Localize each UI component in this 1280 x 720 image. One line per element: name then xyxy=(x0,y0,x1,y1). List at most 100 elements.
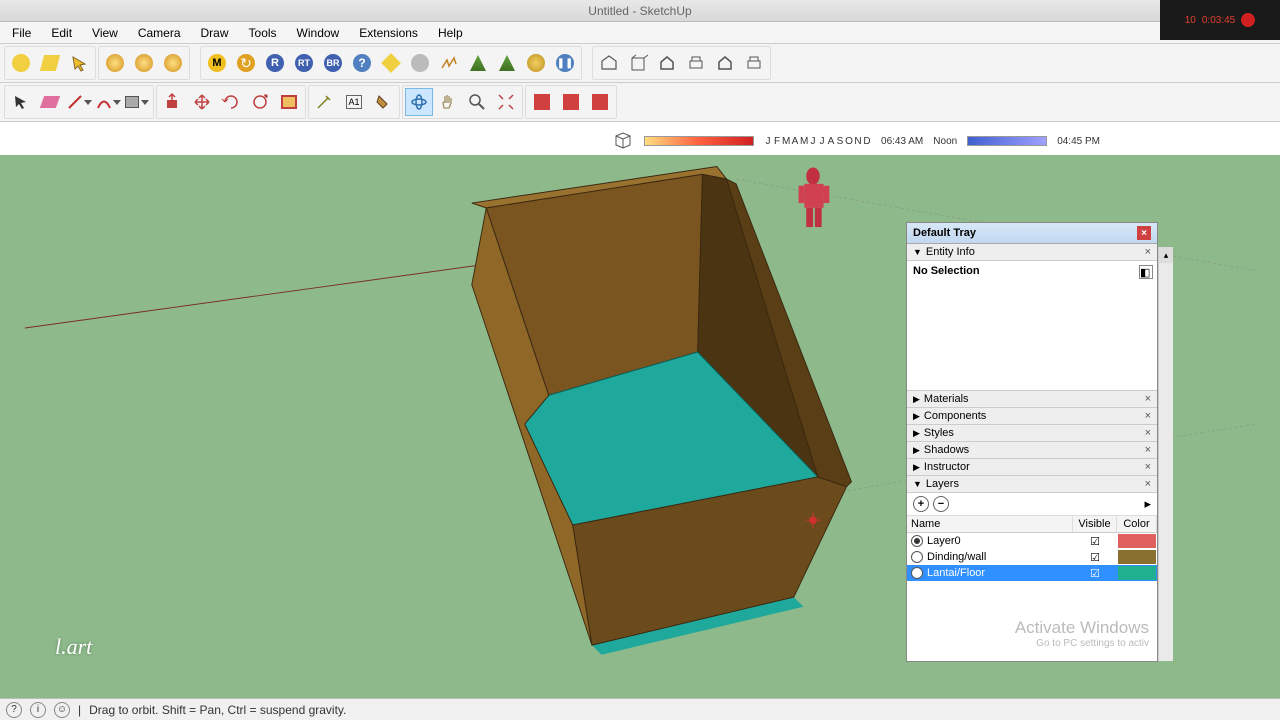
tb-y1-icon[interactable] xyxy=(101,49,129,77)
offset-tool-icon[interactable] xyxy=(275,88,303,116)
orbit-tool-icon[interactable] xyxy=(405,88,433,116)
line-tool-icon[interactable] xyxy=(65,88,93,116)
tb-y2-icon[interactable] xyxy=(130,49,158,77)
arc-tool-icon[interactable] xyxy=(94,88,122,116)
layer-visible-checkbox[interactable]: ☑ xyxy=(1073,551,1117,564)
panel-shadows-head[interactable]: ▶Shadows× xyxy=(907,442,1157,459)
date-gradient[interactable] xyxy=(644,136,754,146)
rect-tool-icon[interactable] xyxy=(123,88,151,116)
time-gradient[interactable] xyxy=(967,136,1047,146)
house2-icon[interactable] xyxy=(653,49,681,77)
warehouse3-icon[interactable] xyxy=(586,88,614,116)
panel-close-icon[interactable]: × xyxy=(1145,410,1151,422)
rotate-tool-icon[interactable] xyxy=(217,88,245,116)
zoom-tool-icon[interactable] xyxy=(463,88,491,116)
scale-tool-icon[interactable] xyxy=(246,88,274,116)
layer-active-radio[interactable] xyxy=(911,567,923,579)
status-user-icon[interactable]: ☺ xyxy=(54,702,70,718)
badge-tree2-icon[interactable] xyxy=(493,49,521,77)
menu-help[interactable]: Help xyxy=(428,24,473,42)
badge-lines-icon[interactable] xyxy=(435,49,463,77)
paint-tool-icon[interactable] xyxy=(369,88,397,116)
badge-tag-icon[interactable] xyxy=(377,49,405,77)
warehouse1-icon[interactable] xyxy=(528,88,556,116)
layer-active-radio[interactable] xyxy=(911,535,923,547)
badge-gray-icon[interactable] xyxy=(406,49,434,77)
badge-q-icon[interactable]: ? xyxy=(348,49,376,77)
zoom-extents-icon[interactable] xyxy=(492,88,520,116)
menu-file[interactable]: File xyxy=(2,24,41,42)
panel-instructor-head[interactable]: ▶Instructor× xyxy=(907,459,1157,476)
menu-extensions[interactable]: Extensions xyxy=(349,24,428,42)
panel-close-icon[interactable]: × xyxy=(1145,246,1151,258)
badge-r-icon[interactable]: R xyxy=(261,49,289,77)
badge-arrow-icon[interactable]: ↻ xyxy=(232,49,260,77)
status-info-icon[interactable]: i xyxy=(30,702,46,718)
layer-color-swatch[interactable] xyxy=(1118,550,1156,564)
tape-tool-icon[interactable] xyxy=(311,88,339,116)
house3-icon[interactable] xyxy=(711,49,739,77)
col-visible[interactable]: Visible xyxy=(1073,516,1117,532)
box-icon[interactable] xyxy=(624,49,652,77)
tb-new-icon[interactable] xyxy=(7,49,35,77)
tb-open-icon[interactable] xyxy=(36,49,64,77)
layer-delete-icon[interactable]: − xyxy=(933,496,949,512)
layer-name[interactable]: Layer0 xyxy=(927,533,1073,549)
layer-active-radio[interactable] xyxy=(911,551,923,563)
badge-globe-icon[interactable] xyxy=(522,49,550,77)
layer-row-wall[interactable]: Dinding/wall ☑ xyxy=(907,549,1157,565)
tray-scrollbar[interactable]: ▴ xyxy=(1158,247,1173,661)
col-color[interactable]: Color xyxy=(1117,516,1157,532)
layer-name[interactable]: Lantai/Floor xyxy=(927,565,1073,581)
time-noon: Noon xyxy=(933,136,957,147)
pushpull-tool-icon[interactable] xyxy=(159,88,187,116)
tray-close-icon[interactable]: × xyxy=(1137,226,1151,240)
eraser-tool-icon[interactable] xyxy=(36,88,64,116)
panel-entity-info-head[interactable]: ▼Entity Info × xyxy=(907,244,1157,261)
badge-m-icon[interactable]: M xyxy=(203,49,231,77)
scroll-up-icon[interactable]: ▴ xyxy=(1159,247,1173,263)
text-tool-icon[interactable]: A1 xyxy=(340,88,368,116)
col-name[interactable]: Name xyxy=(907,516,1073,532)
status-help-icon[interactable]: ? xyxy=(6,702,22,718)
house1-icon[interactable] xyxy=(595,49,623,77)
panel-components-head[interactable]: ▶Components× xyxy=(907,408,1157,425)
panel-close-icon[interactable]: × xyxy=(1145,461,1151,473)
select-tool-icon[interactable] xyxy=(7,88,35,116)
layer-add-icon[interactable]: + xyxy=(913,496,929,512)
panel-layers-head[interactable]: ▼Layers× xyxy=(907,476,1157,493)
menu-tools[interactable]: Tools xyxy=(239,24,287,42)
move-tool-icon[interactable] xyxy=(188,88,216,116)
panel-close-icon[interactable]: × xyxy=(1145,427,1151,439)
layer-row-layer0[interactable]: Layer0 ☑ xyxy=(907,533,1157,549)
panel-close-icon[interactable]: × xyxy=(1145,393,1151,405)
layer-menu-icon[interactable]: ▸ xyxy=(1144,496,1151,512)
menu-window[interactable]: Window xyxy=(287,24,350,42)
layer-color-swatch[interactable] xyxy=(1118,534,1156,548)
panel-materials-head[interactable]: ▶Materials× xyxy=(907,391,1157,408)
menu-draw[interactable]: Draw xyxy=(191,24,239,42)
layer-visible-checkbox[interactable]: ☑ xyxy=(1073,535,1117,548)
layer-row-floor[interactable]: Lantai/Floor ☑ xyxy=(907,565,1157,581)
badge-tree1-icon[interactable] xyxy=(464,49,492,77)
entity-pin-icon[interactable]: ◧ xyxy=(1139,265,1153,279)
tray-header[interactable]: Default Tray × xyxy=(907,223,1157,244)
layer-name[interactable]: Dinding/wall xyxy=(927,549,1073,565)
panel-styles-head[interactable]: ▶Styles× xyxy=(907,425,1157,442)
badge-pause-icon[interactable]: ❚❚ xyxy=(551,49,579,77)
print-icon[interactable] xyxy=(682,49,710,77)
warehouse2-icon[interactable] xyxy=(557,88,585,116)
menu-edit[interactable]: Edit xyxy=(41,24,82,42)
panel-close-icon[interactable]: × xyxy=(1145,444,1151,456)
print2-icon[interactable] xyxy=(740,49,768,77)
panel-close-icon[interactable]: × xyxy=(1145,478,1151,490)
pan-tool-icon[interactable] xyxy=(434,88,462,116)
layer-visible-checkbox[interactable]: ☑ xyxy=(1073,567,1117,580)
tb-select-icon[interactable] xyxy=(65,49,93,77)
menu-camera[interactable]: Camera xyxy=(128,24,191,42)
layer-color-swatch[interactable] xyxy=(1118,566,1156,580)
menu-view[interactable]: View xyxy=(82,24,128,42)
badge-rt-icon[interactable]: RT xyxy=(290,49,318,77)
tb-y3-icon[interactable] xyxy=(159,49,187,77)
badge-br-icon[interactable]: BR xyxy=(319,49,347,77)
